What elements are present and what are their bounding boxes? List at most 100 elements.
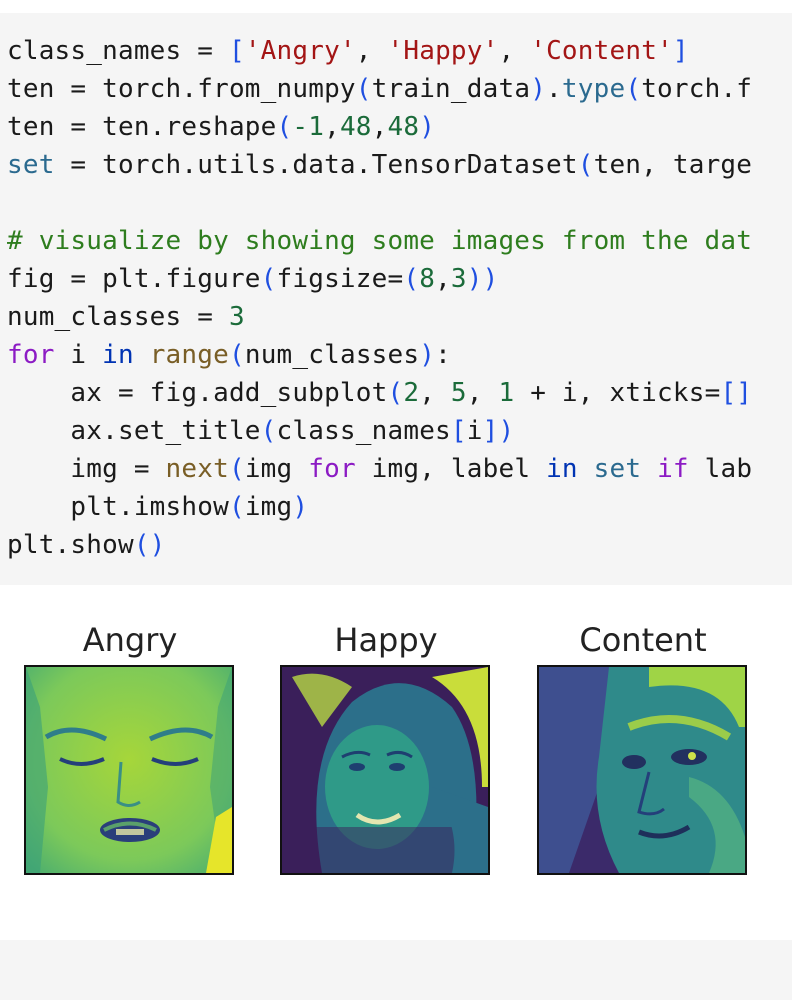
code-token: for	[308, 454, 356, 484]
panel-title-angry: Angry	[82, 621, 178, 659]
code-token: img =	[7, 454, 166, 484]
code-token: 8	[419, 264, 436, 294]
code-line[interactable]: class_names = ['Angry', 'Happy', 'Conten…	[7, 32, 752, 70]
code-token: (	[625, 74, 642, 104]
cell-output: Angry Happy Content	[0, 585, 792, 940]
code-token: plt.show	[7, 530, 134, 560]
happy-face-image	[280, 665, 490, 875]
code-token: 5	[450, 378, 467, 408]
code-token: ax.set_title	[7, 416, 261, 446]
code-token: 3	[228, 302, 245, 332]
code-token: ]	[672, 36, 689, 66]
code-token: 'Happy'	[387, 36, 499, 66]
code-token: in	[102, 340, 134, 370]
code-token: ,	[466, 378, 499, 408]
code-token: .	[546, 74, 562, 104]
code-token: ,	[498, 36, 531, 66]
code-token: (	[403, 264, 420, 294]
code-token: ,	[355, 36, 388, 66]
code-token: 1	[498, 378, 515, 408]
code-token: train_data	[371, 74, 531, 104]
code-token: = torch.utils.data.TensorDataset	[54, 150, 578, 180]
code-token: )	[292, 492, 309, 522]
code-token: 48	[339, 112, 372, 142]
code-line[interactable]: ten = ten.reshape(-1,48,48)	[7, 108, 752, 146]
code-token: (	[260, 416, 277, 446]
code-line[interactable]: ten = torch.from_numpy(train_data).type(…	[7, 70, 752, 108]
code-token: ,	[435, 264, 451, 294]
code-token: ,	[324, 112, 340, 142]
code-token: 2	[403, 378, 420, 408]
code-token: i	[466, 416, 483, 446]
code-token: 3	[450, 264, 467, 294]
code-token: ax = fig.add_subplot	[7, 378, 388, 408]
angry-face-image	[24, 665, 234, 875]
code-token: 48	[387, 112, 420, 142]
top-margin	[0, 0, 792, 13]
code-token: num_classes =	[7, 302, 229, 332]
code-token: type	[561, 74, 626, 104]
code-token: )	[530, 74, 547, 104]
code-token: (	[387, 378, 404, 408]
code-token: # visualize by showing some images from …	[7, 226, 753, 256]
code-token: img, label	[355, 454, 547, 484]
code-token: ten, targe	[593, 150, 753, 180]
code-token: for	[7, 340, 55, 370]
code-line[interactable]: plt.show()	[7, 526, 752, 564]
code-token: plt.imshow	[7, 492, 229, 522]
code-token: ))	[466, 264, 499, 294]
code-token: img	[244, 454, 309, 484]
code-token: class_names	[276, 416, 451, 446]
code-line[interactable]: ax.set_title(class_names[i])	[7, 412, 752, 450]
code-token: (	[260, 264, 277, 294]
code-line[interactable]: ax = fig.add_subplot(2, 5, 1 + i, xticks…	[7, 374, 752, 412]
panel-title-content: Content	[579, 621, 707, 659]
code-cell[interactable]: class_names = ['Angry', 'Happy', 'Conten…	[0, 13, 792, 585]
code-token: )	[419, 112, 436, 142]
code-token: ,	[419, 378, 451, 408]
code-editor[interactable]: class_names = ['Angry', 'Happy', 'Conten…	[7, 32, 752, 564]
code-token: range	[149, 340, 229, 370]
code-token: ten = torch.from_numpy	[7, 74, 356, 104]
code-line[interactable]: img = next(img for img, label in set if …	[7, 450, 752, 488]
code-token: if	[657, 454, 689, 484]
code-line[interactable]: for i in range(num_classes):	[7, 336, 752, 374]
code-token: :	[435, 340, 451, 370]
code-token: )	[419, 340, 436, 370]
code-token: (	[228, 454, 245, 484]
code-line[interactable]	[7, 184, 752, 222]
code-token: ten = ten.reshape	[7, 112, 277, 142]
code-token: -1	[292, 112, 325, 142]
code-token: (	[577, 150, 594, 180]
code-token: set	[7, 150, 55, 180]
code-token: lab	[688, 454, 753, 484]
code-token: torch.f	[641, 74, 753, 104]
code-token: (	[228, 492, 245, 522]
code-line[interactable]: # visualize by showing some images from …	[7, 222, 752, 260]
code-token: [	[228, 36, 245, 66]
code-token: 'Angry'	[244, 36, 356, 66]
code-token: ,	[371, 112, 388, 142]
code-line[interactable]: num_classes = 3	[7, 298, 752, 336]
panel-title-happy: Happy	[334, 621, 438, 659]
code-token: ])	[482, 416, 515, 446]
code-token: i	[54, 340, 103, 370]
code-token: []	[720, 378, 753, 408]
code-token: in	[546, 454, 578, 484]
code-token: class_names =	[7, 36, 229, 66]
code-token: next	[165, 454, 229, 484]
code-token: num_classes	[244, 340, 420, 370]
next-cell-area[interactable]	[0, 940, 792, 1000]
code-line[interactable]: set = torch.utils.data.TensorDataset(ten…	[7, 146, 752, 184]
code-line[interactable]: plt.imshow(img)	[7, 488, 752, 526]
code-token: fig = plt.figure	[7, 264, 261, 294]
code-token: img	[244, 492, 293, 522]
code-token: (	[228, 340, 245, 370]
code-token: (	[355, 74, 372, 104]
code-line[interactable]: fig = plt.figure(figsize=(8,3))	[7, 260, 752, 298]
code-token: figsize=	[276, 264, 404, 294]
code-token: set	[593, 454, 642, 484]
